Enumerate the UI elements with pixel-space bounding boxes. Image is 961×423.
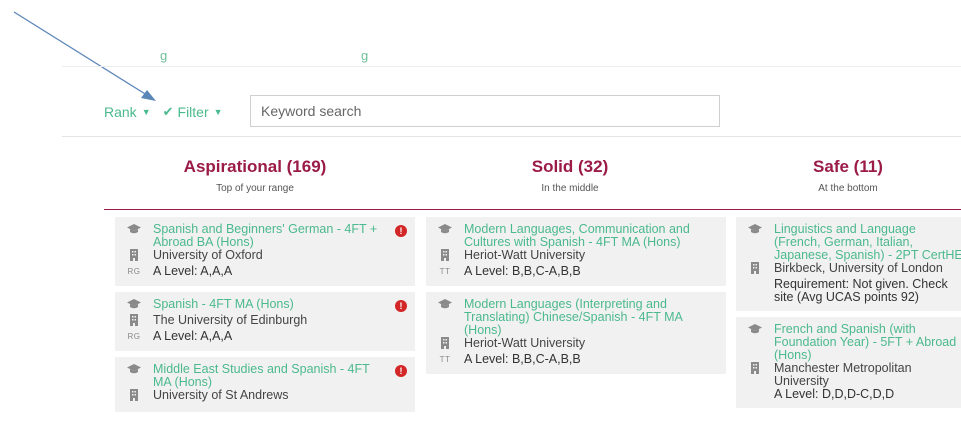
column-header-solid: Solid (32) In the middle — [420, 157, 720, 194]
building-icon — [127, 389, 141, 405]
university-name: Heriot-Watt University — [464, 336, 586, 350]
course-card[interactable]: Spanish and Beginners' German - 4FT + Ab… — [115, 217, 415, 286]
column-title: Safe (11) — [813, 157, 883, 176]
column-header-safe: Safe (11) At the bottom — [738, 157, 958, 194]
toolbar: Rank ▼ ✔ Filter ▼ — [104, 95, 223, 129]
university-name: University of Oxford — [153, 248, 263, 262]
top-partial-text: g — [160, 48, 168, 63]
course-card[interactable]: French and Spanish (with Foundation Year… — [736, 317, 961, 408]
entry-requirement: A Level: A,A,A — [153, 264, 233, 278]
entry-requirement: A Level: A,A,A — [153, 329, 233, 343]
entry-requirement: A Level: D,D,D-C,D,D — [774, 387, 895, 401]
alert-icon[interactable]: ! — [395, 365, 407, 377]
university-name: Heriot-Watt University — [464, 248, 586, 262]
tariff-badge: TT — [439, 355, 451, 364]
alert-icon[interactable]: ! — [395, 225, 407, 237]
caret-down-icon: ▼ — [141, 107, 151, 117]
course-card[interactable]: Modern Languages, Communication and Cult… — [426, 217, 726, 286]
graduation-cap-icon — [748, 223, 762, 239]
entry-requirement: A Level: B,B,C-A,B,B — [464, 352, 581, 366]
top-partial-text: g — [361, 48, 369, 63]
column-title: Solid (32) — [531, 157, 609, 176]
graduation-cap-icon — [127, 298, 141, 314]
building-icon — [127, 314, 141, 330]
course-title-link[interactable]: Spanish and Beginners' German - 4FT + Ab… — [153, 223, 385, 249]
university-name: The University of Edinburgh — [153, 313, 308, 327]
filter-dropdown[interactable]: ✔ Filter ▼ — [163, 104, 223, 120]
building-icon — [748, 362, 762, 378]
column-header-aspirational: Aspirational (169) Top of your range — [105, 157, 405, 194]
course-title-link[interactable]: Linguistics and Language (French, German… — [774, 223, 961, 262]
column-solid: Modern Languages, Communication and Cult… — [426, 217, 726, 423]
graduation-cap-icon — [127, 223, 141, 239]
graduation-cap-icon — [438, 298, 452, 314]
building-icon — [127, 249, 141, 265]
keyword-search-input[interactable] — [250, 95, 720, 127]
tariff-badge: RG — [127, 267, 141, 276]
entry-requirement: A Level: B,B,C-A,B,B — [464, 264, 581, 278]
university-name: Manchester Metropolitan University — [774, 361, 912, 388]
tariff-badge: TT — [439, 267, 451, 276]
check-icon: ✔ — [162, 104, 174, 119]
rank-label: Rank — [104, 104, 137, 120]
building-icon — [438, 337, 452, 353]
column-subtitle: At the bottom — [818, 183, 878, 194]
divider — [62, 136, 961, 137]
course-card[interactable]: Linguistics and Language (French, German… — [736, 217, 961, 311]
course-title-link[interactable]: Spanish - 4FT MA (Hons) — [153, 298, 294, 311]
building-icon — [438, 249, 452, 265]
filter-label: Filter — [177, 104, 209, 120]
caret-down-icon: ▼ — [213, 107, 223, 117]
university-name: University of St Andrews — [153, 388, 289, 402]
course-card[interactable]: Modern Languages (Interpreting and Trans… — [426, 292, 726, 374]
alert-icon[interactable]: ! — [395, 300, 407, 312]
rank-dropdown[interactable]: Rank ▼ — [104, 104, 151, 120]
header-divider — [104, 209, 961, 210]
course-card[interactable]: Spanish - 4FT MA (Hons) The University of… — [115, 292, 415, 351]
graduation-cap-icon — [438, 223, 452, 239]
tariff-badge: RG — [127, 332, 141, 341]
column-aspirational: Spanish and Beginners' German - 4FT + Ab… — [115, 217, 415, 423]
column-subtitle: In the middle — [541, 183, 599, 194]
graduation-cap-icon — [748, 323, 762, 339]
course-title-link[interactable]: French and Spanish (with Foundation Year… — [774, 323, 961, 362]
graduation-cap-icon — [127, 363, 141, 379]
course-title-link[interactable]: Modern Languages, Communication and Cult… — [464, 223, 714, 249]
column-subtitle: Top of your range — [216, 183, 294, 194]
course-title-link[interactable]: Middle East Studies and Spanish - 4FT MA… — [153, 363, 385, 389]
divider — [62, 66, 961, 67]
course-card[interactable]: Middle East Studies and Spanish - 4FT MA… — [115, 357, 415, 412]
column-safe: Linguistics and Language (French, German… — [736, 217, 961, 423]
column-title: Aspirational (169) — [183, 157, 327, 176]
building-icon — [748, 262, 762, 278]
course-title-link[interactable]: Modern Languages (Interpreting and Trans… — [464, 298, 714, 337]
entry-requirement: Requirement: Not given. Check site (Avg … — [774, 277, 948, 304]
university-name: Birkbeck, University of London — [774, 261, 943, 275]
